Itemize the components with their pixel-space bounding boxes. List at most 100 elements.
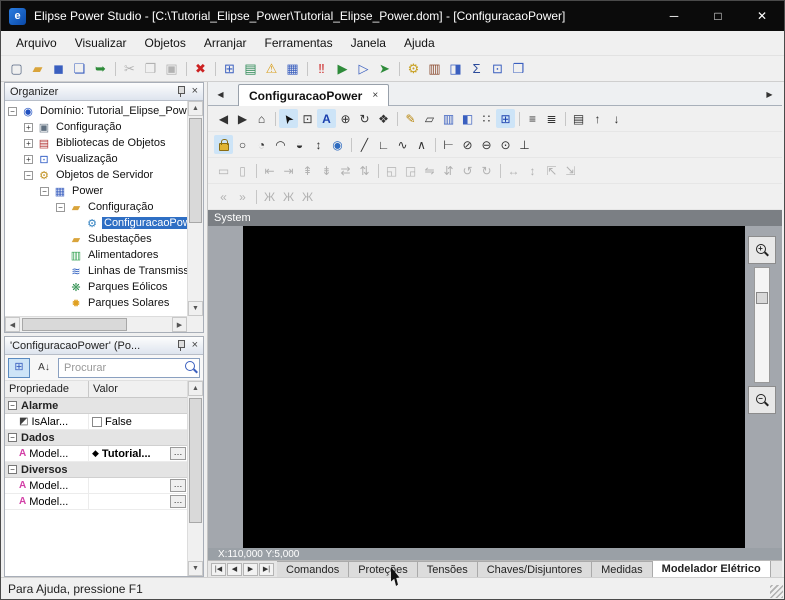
column-header-propriedade[interactable]: Propriedade [5,381,89,397]
transformer-3w-icon[interactable]: Ж [279,187,298,206]
property-row-model-1[interactable]: AModel... … [5,478,187,494]
align-tops-icon[interactable]: ⇞ [298,161,317,180]
tree-expander-icon[interactable]: − [8,107,17,116]
scrollbar-thumb[interactable] [189,118,202,223]
tree-item-bibliotecas-de-objetos[interactable]: + ▤ Bibliotecas de Objetos [5,135,187,151]
line-tool-icon[interactable]: ╱ [355,135,374,154]
next-tab-button[interactable]: ▶ [243,563,258,576]
drawing-canvas[interactable] [243,226,745,548]
watch-window-icon[interactable]: ⚠ [261,59,282,79]
properties-vertical-scrollbar[interactable]: ▲ ▼ [187,381,203,576]
save-all-icon[interactable]: ❏ [69,59,90,79]
tree-expander-icon[interactable]: + [24,139,33,148]
chord-tool-icon[interactable]: ◒ [290,135,309,154]
polyline-tool-icon[interactable]: ∧ [412,135,431,154]
next-sheet-icon[interactable]: » [233,187,252,206]
run-application-icon[interactable]: ▶ [332,59,353,79]
ellipsis-button[interactable]: … [170,447,186,460]
copy-icon[interactable]: ❐ [140,59,161,79]
alphabetical-sort-button[interactable]: A↓ [33,358,55,378]
category-collapse-icon[interactable]: − [8,465,17,474]
to-front-icon[interactable]: ⇱ [542,161,561,180]
scroll-up-icon[interactable]: ▲ [188,381,203,396]
insert-object-icon[interactable]: ⚙ [403,59,424,79]
prev-sheet-icon[interactable]: « [214,187,233,206]
scroll-up-icon[interactable]: ▲ [188,101,203,116]
autotransformer-icon[interactable]: Ж [298,187,317,206]
tree-item-alimentadores[interactable]: ▥ Alimentadores [5,247,187,263]
close-button[interactable]: ✕ [740,1,784,31]
run-viewer-icon[interactable]: ▷ [353,59,374,79]
align-lefts-icon[interactable]: ⇤ [260,161,279,180]
distribute-horizontal-icon[interactable]: ⇄ [336,161,355,180]
close-panel-icon[interactable]: × [192,86,198,97]
select-tool-icon[interactable]: ➤ [279,109,298,128]
tab-modelador-eletrico[interactable]: Modelador Elétrico [653,561,771,577]
pin-icon[interactable] [177,86,185,97]
transformer-2w-icon[interactable]: Ж [260,187,279,206]
menu-item-ferramentas[interactable]: Ferramentas [256,31,342,55]
tab-comandos[interactable]: Comandos [277,561,349,577]
sum-icon[interactable]: Σ [466,59,487,79]
insert-library-icon[interactable]: ▥ [424,59,445,79]
search-input[interactable] [58,358,200,378]
properties-window-icon[interactable]: ▤ [240,59,261,79]
dimension-tool-icon[interactable]: ↕ [309,135,328,154]
save-icon[interactable]: ◼ [48,59,69,79]
resize-grip[interactable] [770,585,783,598]
snap-grid-icon[interactable]: ⊞ [496,109,515,128]
insert-xobject-icon[interactable]: ◨ [445,59,466,79]
rotate-right-icon[interactable]: ↻ [477,161,496,180]
layers-icon[interactable]: ▤ [569,109,588,128]
same-width-icon[interactable]: ▭ [214,161,233,180]
rotate-left-icon[interactable]: ↺ [458,161,477,180]
screen-icon[interactable]: ⊡ [487,59,508,79]
arc-tool-icon[interactable]: ◠ [271,135,290,154]
last-tab-button[interactable]: ▶| [259,563,274,576]
zoom-out-button[interactable]: − [748,386,776,414]
tab-scroll-right-icon[interactable]: ▶ [762,87,777,102]
tree-expander-icon[interactable]: + [24,155,33,164]
menu-item-arranjar[interactable]: Arranjar [195,31,256,55]
menu-item-arquivo[interactable]: Arquivo [7,31,66,55]
prev-tab-button[interactable]: ◀ [227,563,242,576]
menu-item-objetos[interactable]: Objetos [136,31,195,55]
tree-item-configuracao-power[interactable]: ⚙ ConfiguracaoPower [5,215,187,231]
scroll-down-icon[interactable]: ▼ [188,561,203,576]
tree-item-linhas-de-transmissao[interactable]: ≋ Linhas de Transmissão [5,263,187,279]
tree-vertical-scrollbar[interactable]: ▲ ▼ [187,101,203,316]
align-rights-icon[interactable]: ⇥ [279,161,298,180]
scroll-left-icon[interactable]: ◀ [5,317,20,332]
open-folder-icon[interactable]: ▰ [27,59,48,79]
node-edit-icon[interactable]: ⊡ [298,109,317,128]
export-domain-icon[interactable]: ➥ [90,59,111,79]
pin-icon[interactable] [177,340,185,351]
close-panel-icon[interactable]: × [192,340,198,351]
ellipsis-button[interactable]: … [170,479,186,492]
cut-icon[interactable]: ✂ [119,59,140,79]
tab-chaves-disjuntores[interactable]: Chaves/Disjuntores [478,561,592,577]
gallery-window-icon[interactable]: ▦ [282,59,303,79]
property-row-model-dados[interactable]: AModel... ◆Tutorial...… [5,446,187,462]
ellipse-tool-icon[interactable]: ○ [233,135,252,154]
tree-expander-icon[interactable]: − [24,171,33,180]
text-tool-icon[interactable]: A [317,109,336,128]
same-height-icon[interactable]: ▯ [233,161,252,180]
scrollbar-thumb[interactable] [22,318,127,331]
category-row-diversos[interactable]: − Diversos [5,462,187,478]
delete-icon[interactable]: ✖ [190,59,211,79]
tree-expander-icon[interactable]: + [24,123,33,132]
property-row-isalarm[interactable]: ◩IsAlar... False [5,414,187,430]
menu-item-ajuda[interactable]: Ajuda [395,31,444,55]
lower-object-icon[interactable]: ↓ [607,109,626,128]
tab-protecoes[interactable]: Proteções [349,561,418,577]
grid-dots-icon[interactable]: ∷ [477,109,496,128]
maximize-button[interactable]: □ [696,1,740,31]
tab-medidas[interactable]: Medidas [592,561,653,577]
document-tab-configuracaopower[interactable]: ConfiguracaoPower × [238,84,389,106]
distribute-vertical-icon[interactable]: ⇅ [355,161,374,180]
chart-tool-icon[interactable]: ▥ [439,109,458,128]
pie-tool-icon[interactable]: ◔ [252,135,271,154]
tree-item-power[interactable]: − ▦ Power [5,183,187,199]
zoom-slider[interactable] [754,267,770,383]
